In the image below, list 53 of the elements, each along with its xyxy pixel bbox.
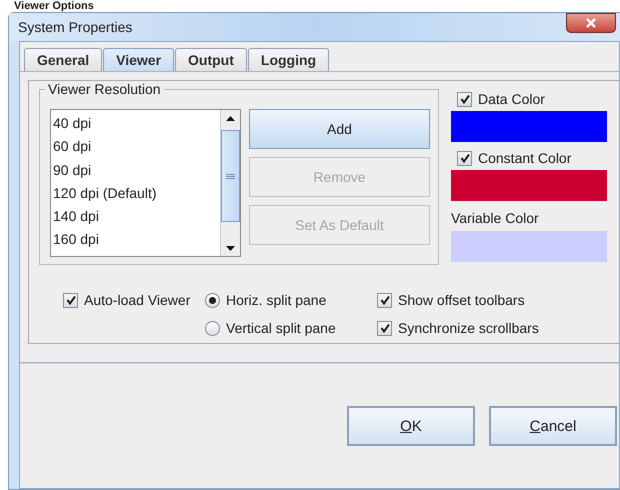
radio-option[interactable]: Vertical split pane xyxy=(205,320,377,336)
down-arrow-icon xyxy=(226,246,235,250)
list-item[interactable]: 140 dpi xyxy=(51,205,220,228)
list-item[interactable]: 60 dpi xyxy=(51,135,220,159)
checkbox[interactable] xyxy=(63,292,78,308)
checkbox[interactable] xyxy=(377,292,392,308)
scroll-thumb[interactable] xyxy=(221,130,240,222)
checkbox-option[interactable]: Auto-load Viewer xyxy=(63,292,205,308)
option-label: Vertical split pane xyxy=(226,320,336,336)
dialog-button[interactable]: Cancel xyxy=(489,406,617,446)
radio-option[interactable]: Horiz. split pane xyxy=(205,292,377,308)
list-item[interactable]: 90 dpi xyxy=(51,158,220,182)
color-label: Variable Color xyxy=(451,209,540,227)
dialog-button[interactable]: OK xyxy=(347,406,475,446)
radio-button[interactable] xyxy=(205,292,220,308)
tab[interactable]: Logging xyxy=(248,48,330,71)
tab[interactable]: General xyxy=(24,48,102,71)
list-item[interactable]: 120 dpi (Default) xyxy=(51,182,220,206)
checkbox[interactable] xyxy=(457,92,472,106)
option-label: Show offset toolbars xyxy=(398,292,525,308)
check-icon xyxy=(460,153,470,163)
color-swatch[interactable] xyxy=(451,111,607,142)
list-action-button[interactable]: Add xyxy=(249,109,430,149)
color-swatch[interactable] xyxy=(451,231,607,262)
page-heading: Viewer Options xyxy=(13,0,95,12)
check-icon xyxy=(380,295,390,305)
check-icon xyxy=(380,323,390,333)
close-icon xyxy=(585,18,597,28)
checkbox-option[interactable]: Synchronize scrollbars xyxy=(377,320,577,336)
option-label: Synchronize scrollbars xyxy=(398,320,539,336)
checkbox-label: Data Color xyxy=(478,91,545,107)
group-title: Viewer Resolution xyxy=(45,81,164,97)
scrollbar[interactable] xyxy=(220,110,240,256)
checkbox[interactable] xyxy=(457,150,472,166)
grip-icon xyxy=(226,174,235,178)
color-swatch[interactable] xyxy=(451,170,607,201)
tab[interactable]: Output xyxy=(175,48,247,71)
tab[interactable]: Viewer xyxy=(103,48,174,71)
list-item[interactable]: 160 dpi xyxy=(51,228,220,252)
option-label: Horiz. split pane xyxy=(226,292,326,308)
check-icon xyxy=(66,295,76,305)
check-icon xyxy=(460,94,470,104)
up-arrow-icon xyxy=(226,116,235,120)
checkbox-option[interactable]: Show offset toolbars xyxy=(377,292,577,308)
checkbox-label: Constant Color xyxy=(478,150,572,166)
list-item[interactable]: 40 dpi xyxy=(51,112,220,136)
color-checkbox[interactable]: Constant Color xyxy=(457,150,607,166)
option-label: Auto-load Viewer xyxy=(84,292,190,308)
color-checkbox[interactable]: Data Color xyxy=(457,91,607,107)
radio-button[interactable] xyxy=(205,320,220,336)
window-title: System Properties xyxy=(18,19,132,35)
checkbox[interactable] xyxy=(377,320,392,336)
close-button[interactable] xyxy=(566,13,616,33)
